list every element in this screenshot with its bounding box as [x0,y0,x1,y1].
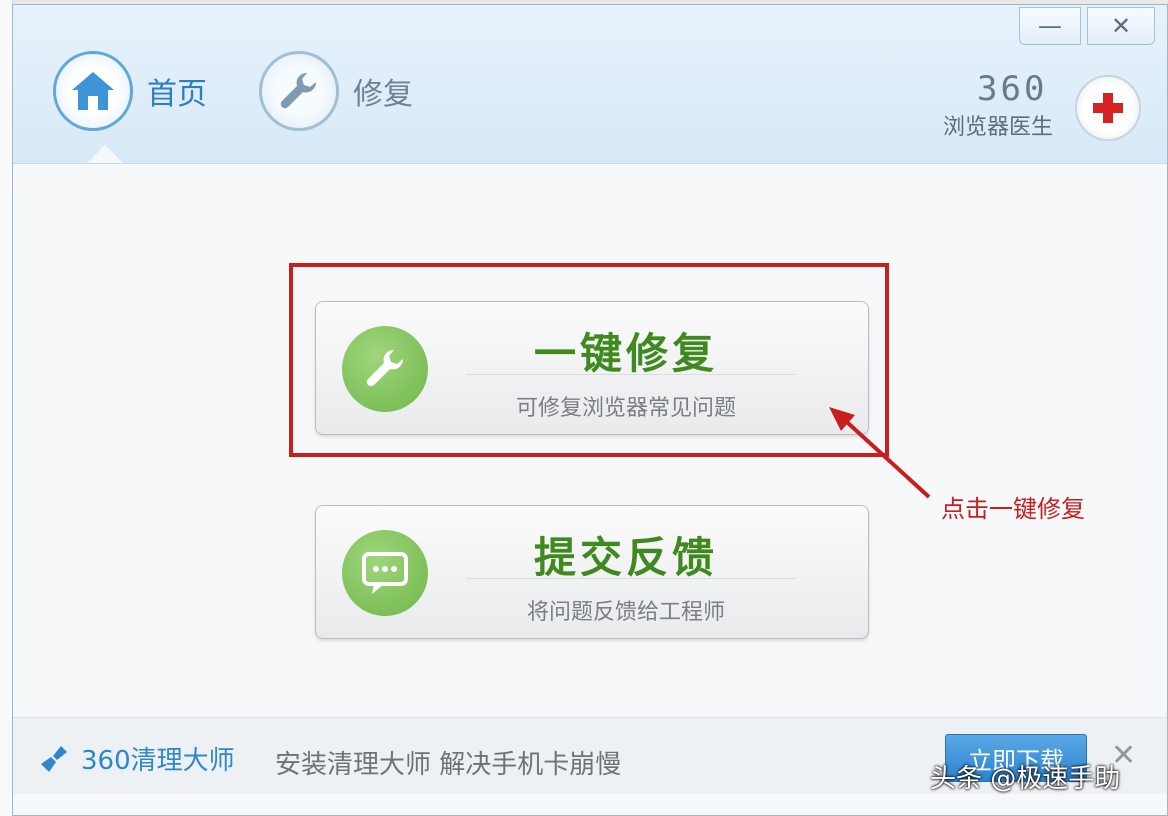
minimize-button[interactable]: — [1019,7,1081,45]
brand-name: 浏览器医生 [943,115,1054,140]
annotation-text: 点击一键修复 [941,495,1085,523]
divider [466,578,796,579]
wrench-icon [259,51,339,131]
submit-feedback-button[interactable]: 提交反馈 将问题反馈给工程师 [315,505,869,639]
watermark: 头条 @极速手助 [930,764,1121,794]
active-tab-pointer [87,145,123,163]
chat-bubble-icon [342,530,428,616]
repair-title: 一键修复 [533,329,718,378]
close-icon: ✕ [1110,12,1132,40]
home-icon [53,51,133,131]
browser-doctor-window: — ✕ 首页 修复 360 浏览器医生 一键修复 可修复浏览器常见问题 点击一键… [12,4,1168,816]
brand-logo: 360 浏览器医生 [943,69,1143,141]
ad-description: 安装清理大师 解决手机卡崩慢 [275,750,622,780]
nav-repair-label: 修复 [353,77,413,112]
cleaner-brand-label: 360清理大师 [81,746,235,776]
nav-repair[interactable]: 修复 [259,51,413,131]
close-button[interactable]: ✕ [1087,7,1155,45]
one-click-repair-button[interactable]: 一键修复 可修复浏览器常见问题 [315,301,869,435]
repair-subtitle: 可修复浏览器常见问题 [515,396,736,421]
wrench-icon [342,326,428,412]
feedback-title: 提交反馈 [533,533,718,582]
brand-number: 360 [977,69,1048,109]
minimize-icon: — [1038,12,1062,40]
cleaner-brand: 360清理大师 [39,740,235,777]
annotation-arrow [829,407,931,499]
broom-icon [41,745,67,772]
header-bar: — ✕ 首页 修复 360 浏览器医生 [13,5,1167,164]
feedback-subtitle: 将问题反馈给工程师 [526,600,725,625]
divider [466,374,796,375]
nav-home-label: 首页 [147,77,207,112]
nav-home[interactable]: 首页 [53,51,207,131]
red-cross-icon [1075,75,1141,141]
